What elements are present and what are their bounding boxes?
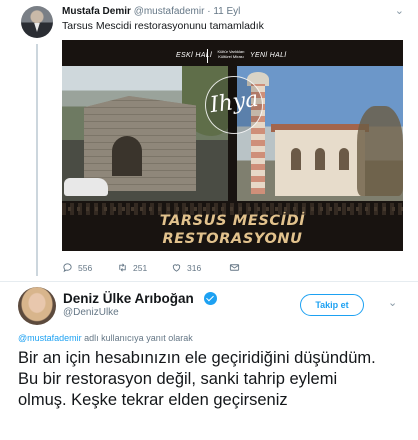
mention-link[interactable]: @mustafademir (18, 333, 82, 343)
thread-connector-line (36, 44, 38, 276)
replying-to: @mustafademir adlı kullanıcıya yanıt ola… (18, 333, 193, 343)
image-title-line-2: RESTORASYONU (162, 231, 303, 247)
after-photo (237, 66, 403, 201)
author-handle[interactable]: @DenizUlke (63, 307, 119, 318)
reply-button[interactable]: 556 (62, 262, 92, 273)
tweet-divider (0, 281, 418, 282)
avatar[interactable] (18, 287, 56, 325)
tweet-image[interactable]: ESKİ HALİ Kültür Varlıkları Kültürel Mir… (62, 40, 403, 251)
replying-to-text: adlı kullanıcıya yanıt olarak (81, 333, 193, 343)
tweet-date[interactable]: 11 Eyl (213, 6, 240, 17)
reply-icon (63, 263, 72, 273)
retweet-icon (119, 263, 126, 272)
retweet-count: 251 (133, 262, 148, 273)
reply-count: 556 (78, 262, 93, 273)
author-name[interactable]: Mustafa Demir (62, 6, 131, 17)
retweet-button[interactable]: 251 (117, 262, 147, 273)
like-count: 316 (187, 262, 202, 273)
separator-dot: · (207, 6, 211, 17)
tweet-text: Bir an için hesabınızın ele geçiridiğini… (18, 349, 376, 409)
follow-button[interactable]: Takip et (300, 294, 364, 316)
image-title-line-1: TARSUS MESCİDİ (159, 213, 306, 229)
tweet-header: Mustafa Demir @mustafademir · 11 Eyl (62, 6, 240, 17)
chevron-down-icon[interactable]: ⌄ (395, 4, 404, 17)
before-photo (62, 66, 228, 201)
avatar[interactable] (21, 6, 53, 38)
heart-icon (172, 264, 181, 272)
verified-badge-icon (204, 292, 217, 305)
label-divider (207, 49, 208, 63)
author-handle[interactable]: @mustafademir (134, 6, 205, 17)
like-button[interactable]: 316 (171, 262, 201, 273)
envelope-icon (229, 264, 240, 271)
chevron-down-icon[interactable]: ⌄ (388, 296, 397, 309)
author-name[interactable]: Deniz Ülke Arıboğan (63, 291, 194, 306)
tweet-text: Tarsus Mescidi restorasyonunu tamamladık (62, 20, 264, 32)
label-new-state: YENİ HALİ (250, 52, 287, 59)
label-institution: Kültür Varlıkları Kültürel Mirası (217, 49, 245, 59)
direct-message-button[interactable] (229, 262, 240, 273)
